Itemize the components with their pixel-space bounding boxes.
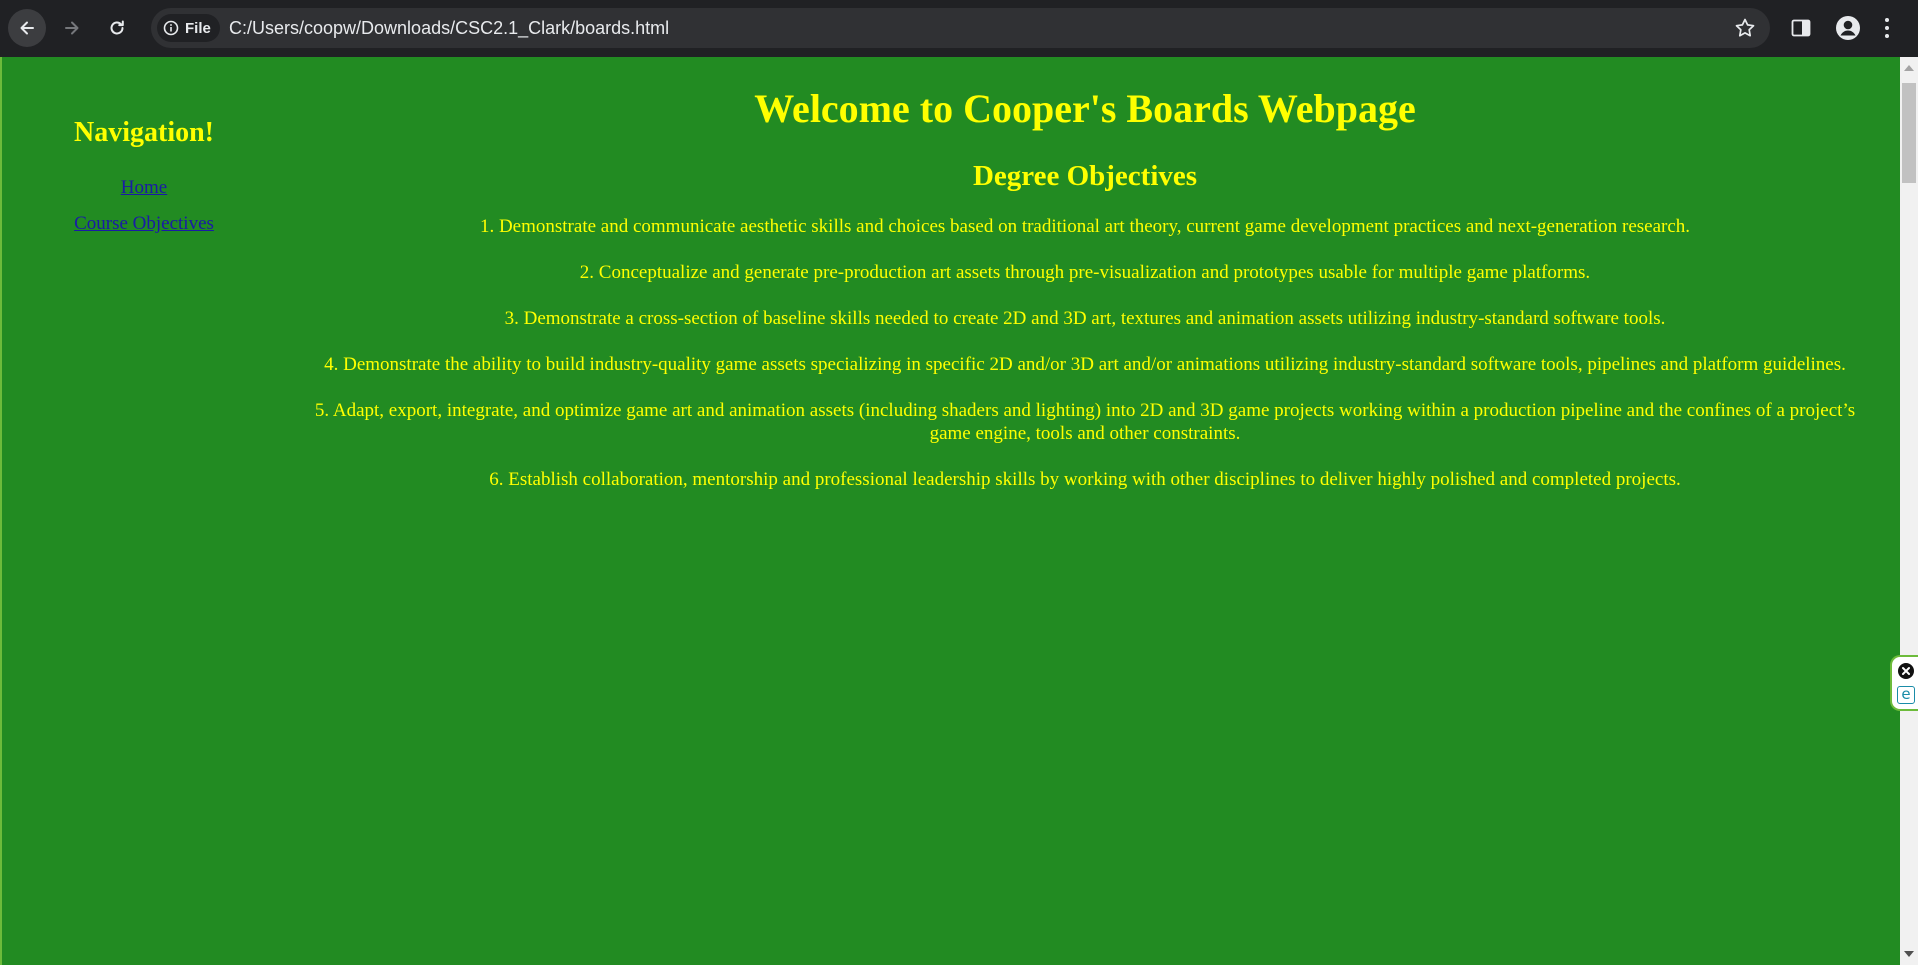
side-panel-icon[interactable]: [1790, 17, 1812, 39]
page-title: Welcome to Cooper's Boards Webpage: [754, 86, 1416, 131]
forward-arrow-icon: [65, 21, 79, 35]
e-logo-icon[interactable]: e: [1897, 686, 1915, 704]
navigation-sidebar: Navigation! Home Course Objectives: [44, 57, 244, 249]
forward-button[interactable]: [53, 9, 91, 47]
objective-item: 3. Demonstrate a cross-section of baseli…: [504, 308, 1666, 329]
scroll-up-arrow[interactable]: [1904, 65, 1914, 71]
nav-link-course-objectives[interactable]: Course Objectives: [44, 213, 244, 235]
objective-item: 2. Conceptualize and generate pre-produc…: [579, 262, 1591, 283]
info-icon: [163, 20, 179, 36]
close-icon[interactable]: [1897, 662, 1915, 680]
scroll-down-arrow[interactable]: [1904, 951, 1914, 957]
browser-toolbar: File C:/Users/coopw/Downloads/CSC2.1_Cla…: [0, 0, 1918, 57]
kebab-menu-icon[interactable]: [1882, 15, 1892, 41]
scrollbar-thumb[interactable]: [1902, 83, 1916, 183]
objective-item: 6. Establish collaboration, mentorship a…: [489, 469, 1681, 490]
main-content: Welcome to Cooper's Boards Webpage Degre…: [274, 57, 1896, 514]
objective-item: 5. Adapt, export, integrate, and optimiz…: [314, 400, 1856, 444]
reload-button[interactable]: [98, 9, 136, 47]
profile-icon[interactable]: [1835, 15, 1861, 41]
vertical-scrollbar[interactable]: [1900, 57, 1918, 965]
section-heading: Degree Objectives: [972, 160, 1198, 192]
back-arrow-icon: [20, 21, 34, 35]
url-text[interactable]: C:/Users/coopw/Downloads/CSC2.1_Clark/bo…: [229, 8, 669, 48]
reload-icon: [110, 20, 124, 35]
extension-widget: e: [1890, 655, 1918, 711]
site-info-label: File: [185, 19, 211, 37]
nav-link-home[interactable]: Home: [44, 177, 244, 199]
page-viewport: Navigation! Home Course Objectives Welco…: [0, 57, 1900, 965]
back-button[interactable]: [8, 9, 46, 47]
sidebar-heading: Navigation!: [74, 117, 214, 148]
objective-item: 4. Demonstrate the ability to build indu…: [324, 354, 1846, 375]
star-icon[interactable]: [1734, 17, 1756, 39]
address-bar[interactable]: File C:/Users/coopw/Downloads/CSC2.1_Cla…: [151, 8, 1770, 48]
objective-item: 1. Demonstrate and communicate aesthetic…: [479, 216, 1691, 237]
site-info-chip[interactable]: File: [157, 14, 220, 42]
